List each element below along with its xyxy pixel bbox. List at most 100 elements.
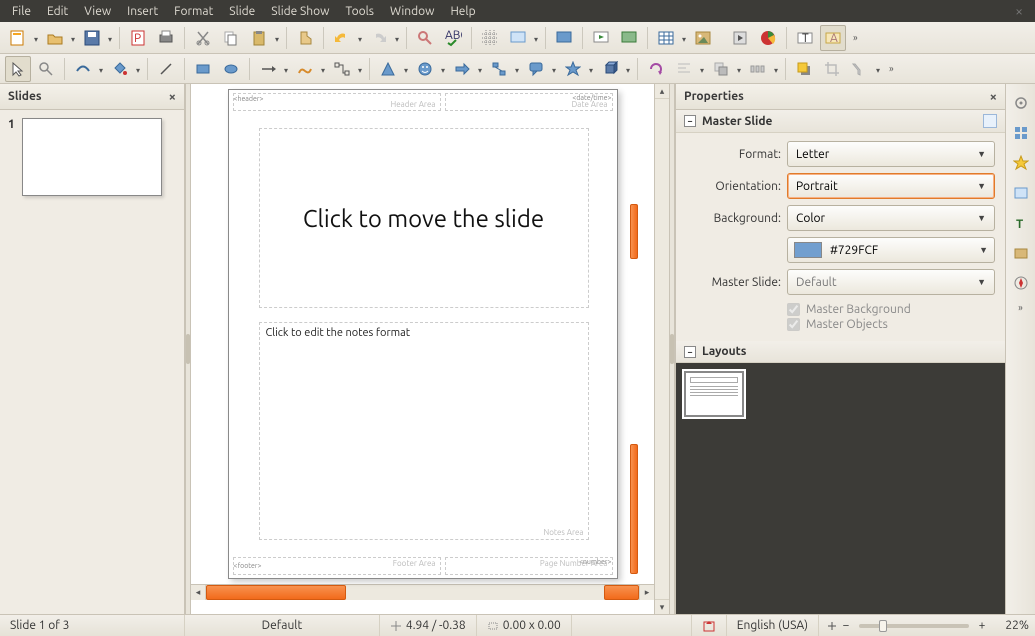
menu-slideshow[interactable]: Slide Show (263, 3, 337, 20)
symbol-shapes-button[interactable]: ▾ (412, 56, 438, 82)
collapse-icon[interactable]: − (684, 115, 696, 127)
hscroll-thumb-right[interactable] (604, 585, 639, 600)
sidebar-gallery-icon[interactable] (1009, 181, 1033, 205)
fit-page-icon[interactable] (825, 619, 839, 633)
find-replace-button[interactable] (412, 25, 438, 51)
master-bg-checkbox[interactable]: Master Background (787, 303, 995, 316)
basic-shapes-button[interactable]: ▾ (375, 56, 401, 82)
background-select[interactable]: Color▼ (787, 205, 995, 231)
zoom-value[interactable]: 22% (989, 619, 1029, 632)
master-slide-section-header[interactable]: − Master Slide (676, 110, 1005, 133)
select-tool[interactable] (5, 56, 31, 82)
toolbar2-overflow-icon[interactable]: » (883, 63, 900, 74)
arrow-tool[interactable]: ▾ (255, 56, 281, 82)
toolbar-overflow-icon[interactable]: » (847, 32, 864, 43)
footer-placeholder[interactable]: <footer> Footer Area (233, 557, 441, 575)
layouts-section-header[interactable]: − Layouts (676, 341, 1005, 363)
slides-panel-close-icon[interactable]: × (169, 90, 176, 104)
menu-format[interactable]: Format (166, 3, 221, 20)
section-more-icon[interactable] (983, 114, 997, 128)
format-select[interactable]: Letter▼ (787, 141, 995, 167)
sidebar-animation-icon[interactable] (1009, 241, 1033, 265)
spellcheck-button[interactable]: ABC (440, 25, 466, 51)
sidebar-properties-icon[interactable] (1009, 121, 1033, 145)
hscroll-right-icon[interactable]: ▸ (639, 585, 654, 600)
slide-page[interactable]: <header> Header Area <date/time> Date Ar… (228, 89, 618, 579)
page-number-placeholder[interactable]: <number> Page Number Area (445, 557, 613, 575)
stars-button[interactable]: ▾ (560, 56, 586, 82)
insert-media-button[interactable] (727, 25, 753, 51)
menu-tools[interactable]: Tools (337, 3, 382, 20)
print-button[interactable] (153, 25, 179, 51)
save-button[interactable]: ▾ (79, 25, 105, 51)
zoom-in-button[interactable]: + (975, 619, 989, 632)
vscroll-down-icon[interactable]: ▾ (655, 599, 669, 614)
open-button[interactable]: ▾ (42, 25, 68, 51)
properties-close-icon[interactable]: × (990, 90, 997, 104)
filter-button[interactable]: ▾ (847, 56, 873, 82)
distribute-button[interactable]: ▾ (745, 56, 771, 82)
orientation-select[interactable]: Portrait▼ (787, 173, 995, 199)
background-color-select[interactable]: #729FCF▼ (787, 237, 995, 263)
menu-slide[interactable]: Slide (221, 3, 263, 20)
connector-tool[interactable]: ▾ (329, 56, 355, 82)
status-save-icon[interactable] (692, 615, 727, 636)
hscroll-left-icon[interactable]: ◂ (191, 585, 206, 600)
redo-button[interactable]: ▾ (366, 25, 392, 51)
sidebar-overflow-icon[interactable]: » (1018, 302, 1023, 313)
status-style[interactable]: Default (185, 615, 380, 636)
undo-button[interactable]: ▾ (329, 25, 355, 51)
new-doc-button[interactable]: ▾ (5, 25, 31, 51)
header-placeholder[interactable]: <header> Header Area (233, 93, 441, 111)
export-pdf-button[interactable]: P (125, 25, 151, 51)
line-color-button[interactable]: ▾ (70, 56, 96, 82)
rotate-button[interactable] (643, 56, 669, 82)
sidebar-navigator-icon[interactable] (1009, 271, 1033, 295)
flowchart-button[interactable]: ▾ (486, 56, 512, 82)
master-slide-select[interactable]: Default▼ (787, 269, 995, 295)
menu-file[interactable]: File (4, 3, 39, 20)
shadow-button[interactable] (791, 56, 817, 82)
clone-format-button[interactable] (292, 25, 318, 51)
hscroll-thumb[interactable] (206, 585, 346, 600)
status-language[interactable]: English (USA) (727, 615, 819, 636)
crop-button[interactable] (819, 56, 845, 82)
master-obj-checkbox[interactable]: Master Objects (787, 318, 995, 331)
horizontal-scrollbar[interactable]: ◂ ▸ (191, 584, 654, 600)
window-close-icon[interactable]: × (1007, 3, 1031, 19)
cut-button[interactable] (190, 25, 216, 51)
rectangle-tool[interactable] (190, 56, 216, 82)
menu-view[interactable]: View (76, 3, 119, 20)
block-arrows-button[interactable]: ▾ (449, 56, 475, 82)
menu-insert[interactable]: Insert (119, 3, 166, 20)
zoom-out-button[interactable]: − (839, 619, 853, 632)
status-signature[interactable] (572, 615, 692, 636)
paste-button[interactable]: ▾ (246, 25, 272, 51)
start-first-button[interactable] (588, 25, 614, 51)
slide-thumbnail[interactable] (22, 118, 162, 196)
insert-image-button[interactable] (690, 25, 716, 51)
menu-help[interactable]: Help (442, 3, 483, 20)
menu-edit[interactable]: Edit (39, 3, 76, 20)
title-placeholder[interactable]: Click to move the slide (259, 128, 589, 308)
start-current-button[interactable] (616, 25, 642, 51)
3d-objects-button[interactable]: ▾ (597, 56, 623, 82)
curve-tool[interactable]: ▾ (292, 56, 318, 82)
arrange-button[interactable]: ▾ (708, 56, 734, 82)
insert-chart-button[interactable] (755, 25, 781, 51)
date-placeholder[interactable]: <date/time> Date Area (445, 93, 613, 111)
master-slide-button[interactable] (551, 25, 577, 51)
ellipse-tool[interactable] (218, 56, 244, 82)
align-button[interactable]: ▾ (671, 56, 697, 82)
scrollbar-thumb-bottom[interactable] (630, 444, 638, 574)
zoom-slider[interactable] (859, 624, 969, 628)
grid-button[interactable] (477, 25, 503, 51)
callouts-button[interactable]: ▾ (523, 56, 549, 82)
fill-color-button[interactable]: ▾ (107, 56, 133, 82)
line-tool[interactable] (153, 56, 179, 82)
sidebar-settings-icon[interactable] (1009, 91, 1033, 115)
menu-window[interactable]: Window (382, 3, 442, 20)
collapse-icon[interactable]: − (684, 346, 696, 358)
canvas-scroll[interactable]: <header> Header Area <date/time> Date Ar… (191, 84, 654, 614)
copy-button[interactable] (218, 25, 244, 51)
